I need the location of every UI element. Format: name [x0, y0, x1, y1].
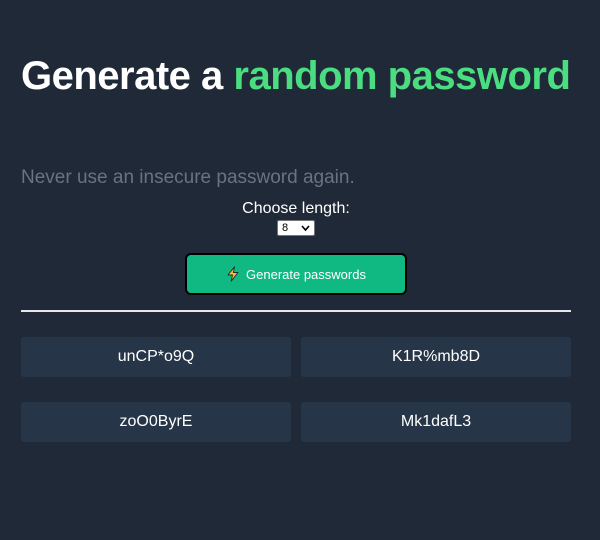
length-select-value: 8: [282, 222, 289, 234]
password-text: K1R%mb8D: [391, 348, 481, 365]
password-text: zoO0ByrE: [119, 413, 193, 430]
lightning-bolt-icon: [227, 266, 239, 282]
generate-passwords-button[interactable]: Generate passwords: [185, 253, 407, 295]
title-text: Generate a: [21, 54, 234, 98]
password-text: Mk1dafL3: [400, 413, 472, 430]
length-select[interactable]: 8: [277, 220, 315, 236]
chevron-down-icon: [301, 225, 310, 232]
password-card[interactable]: K1R%mb8D: [301, 337, 571, 377]
generate-button-label: Generate passwords: [246, 266, 366, 282]
length-label: Choose length:: [242, 200, 350, 217]
password-card[interactable]: zoO0ByrE: [21, 402, 291, 442]
divider: [21, 310, 571, 312]
password-card[interactable]: unCP*o9Q: [21, 337, 291, 377]
page-title: Generate a random password: [21, 50, 581, 102]
page-subtitle: Never use an insecure password again.: [21, 167, 355, 188]
title-accent-text: random password: [233, 54, 571, 98]
length-control: Choose length: 8: [21, 199, 571, 241]
password-card[interactable]: Mk1dafL3: [301, 402, 571, 442]
password-text: unCP*o9Q: [117, 348, 195, 365]
